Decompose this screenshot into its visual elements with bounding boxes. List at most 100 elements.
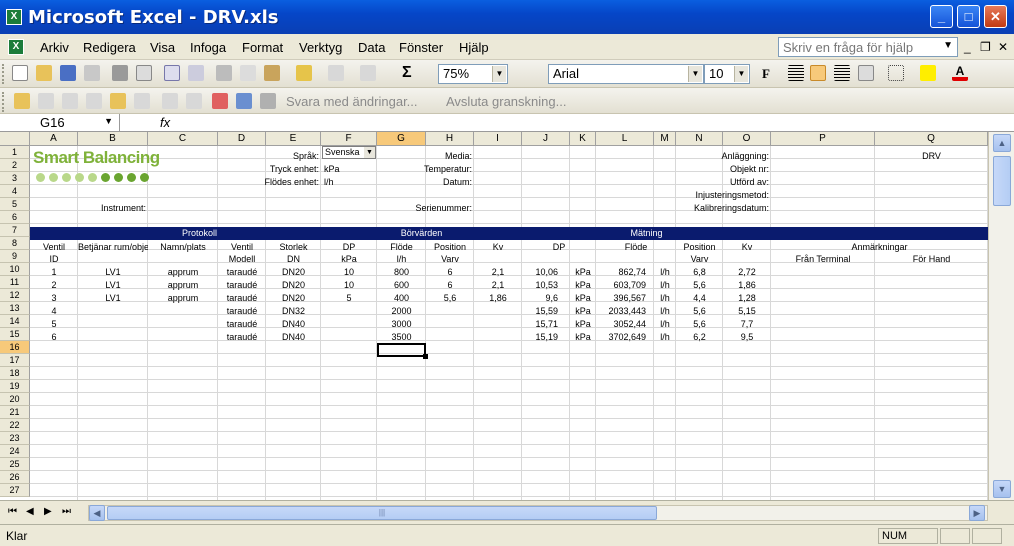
- prev-sheet-icon[interactable]: ◀: [26, 506, 34, 517]
- cell-m-flode-unit[interactable]: l/h: [656, 279, 674, 292]
- vertical-scroll-thumb[interactable]: [993, 156, 1011, 206]
- cell-m-dp-unit[interactable]: kPa: [572, 318, 594, 331]
- cell-id[interactable]: 5: [30, 318, 78, 331]
- new-comment-icon[interactable]: [14, 93, 30, 109]
- cell-modell[interactable]: taraudé: [218, 331, 266, 344]
- row-header-18[interactable]: 18: [0, 367, 30, 380]
- cell-id[interactable]: 1: [30, 266, 78, 279]
- cell-flode[interactable]: 3000: [377, 318, 426, 331]
- column-header-e[interactable]: E: [266, 132, 321, 146]
- cell-modell[interactable]: taraudé: [218, 266, 266, 279]
- row-header-15[interactable]: 15: [0, 328, 30, 341]
- column-header-k[interactable]: K: [570, 132, 596, 146]
- cell-m-dp-unit[interactable]: kPa: [572, 305, 594, 318]
- row-header-13[interactable]: 13: [0, 302, 30, 315]
- cell-dn[interactable]: DN40: [266, 318, 321, 331]
- help-search-input[interactable]: Skriv en fråga för hjälp ▼: [778, 37, 958, 57]
- toolbar-grip[interactable]: [2, 64, 6, 84]
- column-header-m[interactable]: M: [654, 132, 676, 146]
- row-header-10[interactable]: 10: [0, 263, 30, 276]
- open-icon[interactable]: [36, 65, 52, 81]
- cell-m-flode-unit[interactable]: l/h: [656, 318, 674, 331]
- function-icon[interactable]: fx: [160, 115, 170, 130]
- column-header-p[interactable]: P: [771, 132, 875, 146]
- row-header-25[interactable]: 25: [0, 458, 30, 471]
- column-header-f[interactable]: F: [321, 132, 377, 146]
- column-header-n[interactable]: N: [676, 132, 723, 146]
- reply-with-changes-button[interactable]: Svara med ändringar...: [286, 94, 418, 109]
- cell-m-kv[interactable]: 1,28: [723, 292, 771, 305]
- toolbar-grip[interactable]: [2, 92, 6, 112]
- show-comment-icon[interactable]: [86, 93, 102, 109]
- document-icon[interactable]: X: [8, 39, 24, 55]
- permission-icon[interactable]: [84, 65, 100, 81]
- cell-m-flode[interactable]: 3702,649: [596, 331, 646, 344]
- cell-m-position[interactable]: 6,2: [676, 331, 723, 344]
- save-icon[interactable]: [60, 65, 76, 81]
- cut-icon[interactable]: [216, 65, 232, 81]
- menu-redigera[interactable]: Redigera: [83, 40, 136, 55]
- cell-betjanar[interactable]: LV1: [78, 266, 148, 279]
- minimize-button[interactable]: _: [930, 5, 953, 28]
- cell-m-flode[interactable]: 2033,443: [596, 305, 646, 318]
- cell-betjanar[interactable]: LV1: [78, 279, 148, 292]
- close-button[interactable]: ✕: [984, 5, 1007, 28]
- cell-m-flode-unit[interactable]: l/h: [656, 305, 674, 318]
- cell-id[interactable]: 4: [30, 305, 78, 318]
- row-header-16[interactable]: 16: [0, 341, 30, 354]
- cell-m-kv[interactable]: 2,72: [723, 266, 771, 279]
- print-icon[interactable]: [112, 65, 128, 81]
- cell-dn[interactable]: DN20: [266, 266, 321, 279]
- cell-m-flode[interactable]: 3052,44: [596, 318, 646, 331]
- column-header-o[interactable]: O: [723, 132, 771, 146]
- cell-m-dp-unit[interactable]: kPa: [572, 292, 594, 305]
- new-icon[interactable]: [12, 65, 28, 81]
- row-header-17[interactable]: 17: [0, 354, 30, 367]
- undo-icon[interactable]: [328, 65, 344, 81]
- menu-verktyg[interactable]: Verktyg: [299, 40, 342, 55]
- cell-flode[interactable]: 2000: [377, 305, 426, 318]
- cell-kv[interactable]: 2,1: [474, 266, 522, 279]
- cell-position[interactable]: 6: [426, 279, 474, 292]
- next-comment-icon[interactable]: [62, 93, 78, 109]
- scroll-left-icon[interactable]: ◀: [89, 505, 105, 521]
- horizontal-scroll-thumb[interactable]: |||: [107, 506, 657, 520]
- active-cell[interactable]: [377, 343, 428, 359]
- row-header-24[interactable]: 24: [0, 445, 30, 458]
- font-color-icon[interactable]: A: [952, 65, 968, 81]
- language-dropdown[interactable]: Svenska ▼: [322, 146, 376, 159]
- cell-m-dp-unit[interactable]: kPa: [572, 266, 594, 279]
- name-box[interactable]: G16 ▼: [0, 114, 120, 132]
- end-review-button[interactable]: Avsluta granskning...: [446, 94, 566, 109]
- formula-input[interactable]: [178, 114, 1014, 132]
- pressure-unit-value[interactable]: kPa: [324, 163, 340, 176]
- row-header-1[interactable]: 1: [0, 146, 30, 159]
- cell-position[interactable]: 6: [426, 266, 474, 279]
- delete-ink-icon[interactable]: [186, 93, 202, 109]
- cell-kv[interactable]: 1,86: [474, 292, 522, 305]
- send-mail-icon[interactable]: [236, 93, 252, 109]
- row-header-4[interactable]: 4: [0, 185, 30, 198]
- cell-m-position[interactable]: 5,6: [676, 305, 723, 318]
- cell-m-flode-unit[interactable]: l/h: [656, 266, 674, 279]
- row-header-9[interactable]: 9: [0, 250, 30, 263]
- cell-dp[interactable]: 10: [321, 266, 377, 279]
- maximize-button[interactable]: □: [957, 5, 980, 28]
- row-header-6[interactable]: 6: [0, 211, 30, 224]
- scroll-up-icon[interactable]: ▲: [993, 134, 1011, 152]
- align-left-icon[interactable]: [788, 65, 804, 81]
- cell-m-kv[interactable]: 1,86: [723, 279, 771, 292]
- facility-value[interactable]: DRV: [875, 150, 988, 163]
- row-header-27[interactable]: 27: [0, 484, 30, 497]
- cell-modell[interactable]: taraudé: [218, 292, 266, 305]
- cell-namn[interactable]: apprum: [148, 292, 218, 305]
- column-header-c[interactable]: C: [148, 132, 218, 146]
- print-preview-icon[interactable]: [136, 65, 152, 81]
- cell-position[interactable]: 5,6: [426, 292, 474, 305]
- cell-m-kv[interactable]: 9,5: [723, 331, 771, 344]
- cell-flode[interactable]: 800: [377, 266, 426, 279]
- cell-m-flode[interactable]: 603,709: [596, 279, 646, 292]
- chevron-down-icon[interactable]: ▼: [734, 66, 748, 82]
- cell-id[interactable]: 3: [30, 292, 78, 305]
- row-header-19[interactable]: 19: [0, 380, 30, 393]
